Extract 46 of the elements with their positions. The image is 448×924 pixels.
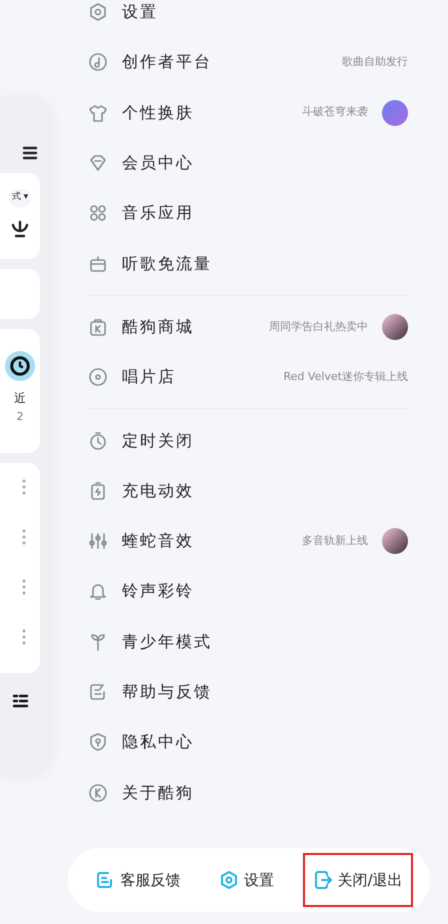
menu-item[interactable]: 个性换肤 斗破苍穹来袭	[88, 88, 408, 138]
menu-item[interactable]: 关于酷狗	[88, 767, 408, 818]
menu-item-subtitle: 多音轨新上线	[302, 532, 368, 549]
apps-icon	[88, 203, 108, 224]
menu-item[interactable]: 创作者平台 歌曲自助发行	[88, 37, 408, 88]
recent-count: 2	[16, 409, 24, 425]
diamond-icon	[88, 153, 108, 174]
settings-icon	[218, 870, 239, 890]
feedback-icon	[88, 682, 108, 702]
disc-icon	[88, 367, 108, 388]
menu-item-subtitle: 歌曲自助发行	[342, 54, 408, 70]
timer-icon	[88, 430, 108, 451]
logout-icon	[312, 870, 333, 890]
bell-icon	[88, 581, 108, 602]
bottom-bar-button[interactable]: 关闭/退出	[302, 852, 413, 907]
mode-selector[interactable]: 式 ▾	[8, 189, 32, 206]
menu-item[interactable]: 酷狗商城 周同学告白礼热卖中	[88, 302, 408, 352]
gift-icon	[88, 254, 108, 274]
menu-item[interactable]: 蝰蛇音效 多音轨新上线	[88, 516, 408, 566]
recent-label: 近	[14, 390, 26, 407]
menu-item-subtitle: 斗破苍穹来袭	[302, 104, 368, 120]
menu-item-subtitle: 周同学告白礼热卖中	[269, 318, 368, 335]
shopping-bag-icon	[88, 316, 108, 337]
menu-item[interactable]: 设置	[88, 0, 408, 38]
circle-k-icon	[88, 782, 108, 803]
menu-item[interactable]: 帮助与反馈	[88, 666, 408, 718]
music-note-icon	[88, 52, 108, 72]
settings-icon	[88, 2, 108, 22]
bottom-bar-button[interactable]: 客服反馈	[85, 852, 190, 907]
menu-item[interactable]: 定时关闭	[88, 415, 408, 466]
menu-item[interactable]: 会员中心	[88, 138, 408, 188]
menu-item[interactable]: 铃声彩铃	[88, 566, 408, 617]
bottom-bar-button[interactable]: 设置	[208, 852, 284, 907]
menu-item[interactable]: 听歌免流量	[88, 238, 408, 289]
menu-item[interactable]: 音乐应用	[88, 188, 408, 238]
menu-item[interactable]: 青少年模式	[88, 616, 408, 667]
menu-item-subtitle: Red Velvet迷你专辑上线	[284, 368, 408, 385]
shirt-icon	[88, 102, 108, 123]
clock-icon	[5, 351, 35, 381]
menu-item[interactable]: 隐私中心	[88, 717, 408, 768]
sprout-icon	[88, 632, 108, 652]
menu-item[interactable]: 充电动效	[88, 466, 408, 516]
battery-icon	[88, 480, 108, 501]
shield-icon	[88, 732, 108, 752]
menu-item[interactable]: 唱片店 Red Velvet迷你专辑上线	[88, 352, 408, 402]
equalizer-icon	[88, 531, 108, 552]
